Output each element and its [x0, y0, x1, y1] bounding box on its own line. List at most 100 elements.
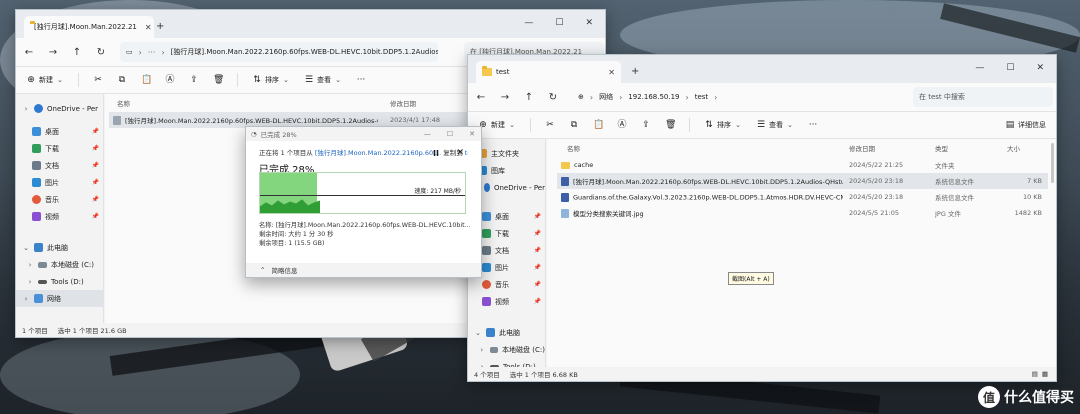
chevron-right-icon[interactable]: ›: [22, 295, 30, 303]
column-header-size[interactable]: 大小: [1007, 143, 1020, 153]
sort-button[interactable]: ⇅ 排序 ⌄: [704, 120, 742, 130]
back-icon[interactable]: ←: [476, 92, 486, 103]
chevron-down-icon[interactable]: ⌄: [22, 244, 30, 252]
sidebar-item-this-pc[interactable]: ⌄ 此电脑: [16, 239, 103, 256]
table-row[interactable]: Guardians.of.the.Galaxy.Vol.3.2023.2160p…: [557, 189, 1048, 205]
breadcrumb-current[interactable]: [独行月球].Moon.Man.2022.2160p.60fps.WEB-DL.…: [171, 47, 438, 57]
more-options-icon[interactable]: ···: [356, 75, 366, 85]
view-button[interactable]: ☰ 查看 ⌄: [756, 120, 794, 130]
details-button[interactable]: ▤ 详细信息: [1005, 120, 1046, 130]
column-header-modified[interactable]: 修改日期: [849, 143, 875, 153]
column-header-name[interactable]: 名称: [567, 143, 580, 153]
delete-icon[interactable]: 🗑: [665, 120, 676, 130]
refresh-icon[interactable]: ↻: [548, 92, 558, 103]
sidebar-item-this-pc[interactable]: ⌄ 此电脑: [468, 324, 545, 341]
details-view-icon[interactable]: ▤: [1032, 370, 1038, 378]
cut-icon[interactable]: ✂: [545, 120, 555, 130]
forward-icon[interactable]: →: [48, 47, 58, 58]
chevron-right-icon[interactable]: ›: [478, 346, 486, 354]
sidebar-item-music[interactable]: 音乐 📌: [16, 191, 103, 208]
table-row[interactable]: [独行月球].Moon.Man.2022.2160p.60fps.WEB-DL.…: [557, 173, 1048, 189]
sidebar-item-pictures[interactable]: 图片 📌: [16, 174, 103, 191]
tab-test[interactable]: test ✕: [476, 61, 621, 83]
destination-folder-link[interactable]: test: [465, 149, 468, 157]
view-button[interactable]: ☰ 查看 ⌄: [304, 75, 342, 85]
address-bar[interactable]: ▭ › ··· › [独行月球].Moon.Man.2022.2160p.60f…: [120, 42, 438, 62]
minimize-icon[interactable]: —: [424, 130, 431, 138]
more-options-icon[interactable]: ···: [808, 120, 818, 130]
sidebar-item-drive-d[interactable]: › Tools (D:): [16, 273, 103, 290]
up-icon[interactable]: ↑: [72, 47, 82, 58]
new-button[interactable]: ⊕ 新建 ⌄: [478, 120, 516, 130]
rename-icon[interactable]: Ⓐ: [165, 75, 175, 85]
maximize-icon[interactable]: ☐: [555, 18, 563, 28]
sidebar-item-onedrive[interactable]: › OneDrive - Per: [16, 100, 103, 117]
chevron-right-icon[interactable]: ›: [26, 261, 34, 269]
new-tab-icon[interactable]: +: [631, 66, 639, 77]
column-header-modified[interactable]: 修改日期: [390, 98, 416, 108]
minimize-icon[interactable]: —: [524, 18, 533, 28]
delete-icon[interactable]: 🗑: [213, 75, 224, 85]
maximize-icon[interactable]: ☐: [1006, 63, 1014, 73]
table-row[interactable]: cache 2024/5/22 21:25 文件夹: [557, 157, 1048, 173]
more-icon[interactable]: ···: [148, 48, 156, 57]
paste-icon[interactable]: 📋: [141, 75, 152, 85]
plus-circle-icon: ⊕: [27, 75, 35, 85]
share-icon[interactable]: ⇪: [641, 120, 651, 130]
close-icon[interactable]: ✕: [608, 68, 615, 77]
refresh-icon[interactable]: ↻: [96, 47, 106, 58]
sidebar-item-downloads[interactable]: 下载 📌: [16, 140, 103, 157]
sidebar-item-drive-c[interactable]: › 本地磁盘 (C:): [16, 256, 103, 273]
paste-icon[interactable]: 📋: [593, 120, 604, 130]
sidebar-item-drive-c[interactable]: › 本地磁盘 (C:): [468, 341, 545, 358]
rename-icon[interactable]: Ⓐ: [617, 120, 627, 130]
drive-icon: [38, 279, 47, 284]
desktop-icon: [32, 127, 41, 136]
chevron-right-icon[interactable]: ›: [26, 278, 34, 286]
close-window-icon[interactable]: ✕: [469, 130, 475, 138]
copy-icon[interactable]: ⧉: [117, 75, 127, 85]
tab-bar: test ✕ + — ☐ ✕: [468, 55, 1056, 83]
sort-button[interactable]: ⇅ 排序 ⌄: [252, 75, 290, 85]
file-modified: 2024/5/20 23:18: [849, 193, 904, 201]
search-input[interactable]: 在 test 中搜索: [913, 87, 1053, 107]
table-row[interactable]: 模型分类搜索关键词.jpg 2024/5/5 21:05 JPG 文件 1482…: [557, 205, 1048, 221]
share-icon[interactable]: ⇪: [189, 75, 199, 85]
tiles-view-icon[interactable]: ▦: [1042, 370, 1048, 378]
new-button[interactable]: ⊕ 新建 ⌄: [26, 75, 64, 85]
sidebar-item-videos[interactable]: 视频 📌: [16, 208, 103, 225]
close-icon[interactable]: ✕: [145, 23, 152, 32]
cancel-copy-button[interactable]: ✕: [456, 148, 464, 158]
sidebar-item-videos[interactable]: 视频 📌: [468, 293, 545, 310]
new-tab-icon[interactable]: +: [156, 21, 164, 32]
chevron-right-icon[interactable]: ›: [22, 105, 30, 113]
file-name: Guardians.of.the.Galaxy.Vol.3.2023.2160p…: [573, 193, 843, 201]
sidebar-item-music[interactable]: 音乐 📌: [468, 276, 545, 293]
tab-source-folder[interactable]: [独行月球].Moon.Man.2022.21 ✕: [24, 16, 154, 38]
sidebar-item-label: 网络: [47, 294, 61, 303]
address-bar[interactable]: ⊕ › 网络 › 192.168.50.19 › test ›: [572, 87, 872, 107]
breadcrumb-network[interactable]: 网络: [599, 92, 613, 102]
sidebar-item-network[interactable]: › 网络: [16, 290, 103, 307]
column-header-type[interactable]: 类型: [935, 143, 948, 153]
minimize-icon[interactable]: —: [975, 63, 984, 73]
back-icon[interactable]: ←: [24, 47, 34, 58]
pause-button[interactable]: II: [433, 149, 439, 158]
forward-icon[interactable]: →: [500, 92, 510, 103]
breadcrumb-host[interactable]: 192.168.50.19: [628, 93, 679, 101]
cut-icon[interactable]: ✂: [93, 75, 103, 85]
chevron-up-icon[interactable]: ⌃: [260, 266, 265, 274]
sidebar-item-label: 此电脑: [47, 243, 68, 252]
up-icon[interactable]: ↑: [524, 92, 534, 103]
breadcrumb-test[interactable]: test: [695, 93, 708, 101]
sidebar-item-desktop[interactable]: 桌面 📌: [16, 123, 103, 140]
copy-icon[interactable]: ⧉: [569, 120, 579, 130]
close-window-icon[interactable]: ✕: [1036, 63, 1044, 73]
chevron-down-icon[interactable]: ⌄: [474, 329, 482, 337]
chevron-down-icon: ⌄: [735, 121, 741, 129]
sidebar-item-documents[interactable]: 文档 📌: [16, 157, 103, 174]
close-window-icon[interactable]: ✕: [585, 18, 593, 28]
source-folder-link[interactable]: [独行月球].Moon.Man.2022.2160p.60f...: [315, 149, 441, 157]
column-header-name[interactable]: 名称: [117, 98, 130, 108]
less-details-button[interactable]: 简略信息: [271, 265, 297, 275]
